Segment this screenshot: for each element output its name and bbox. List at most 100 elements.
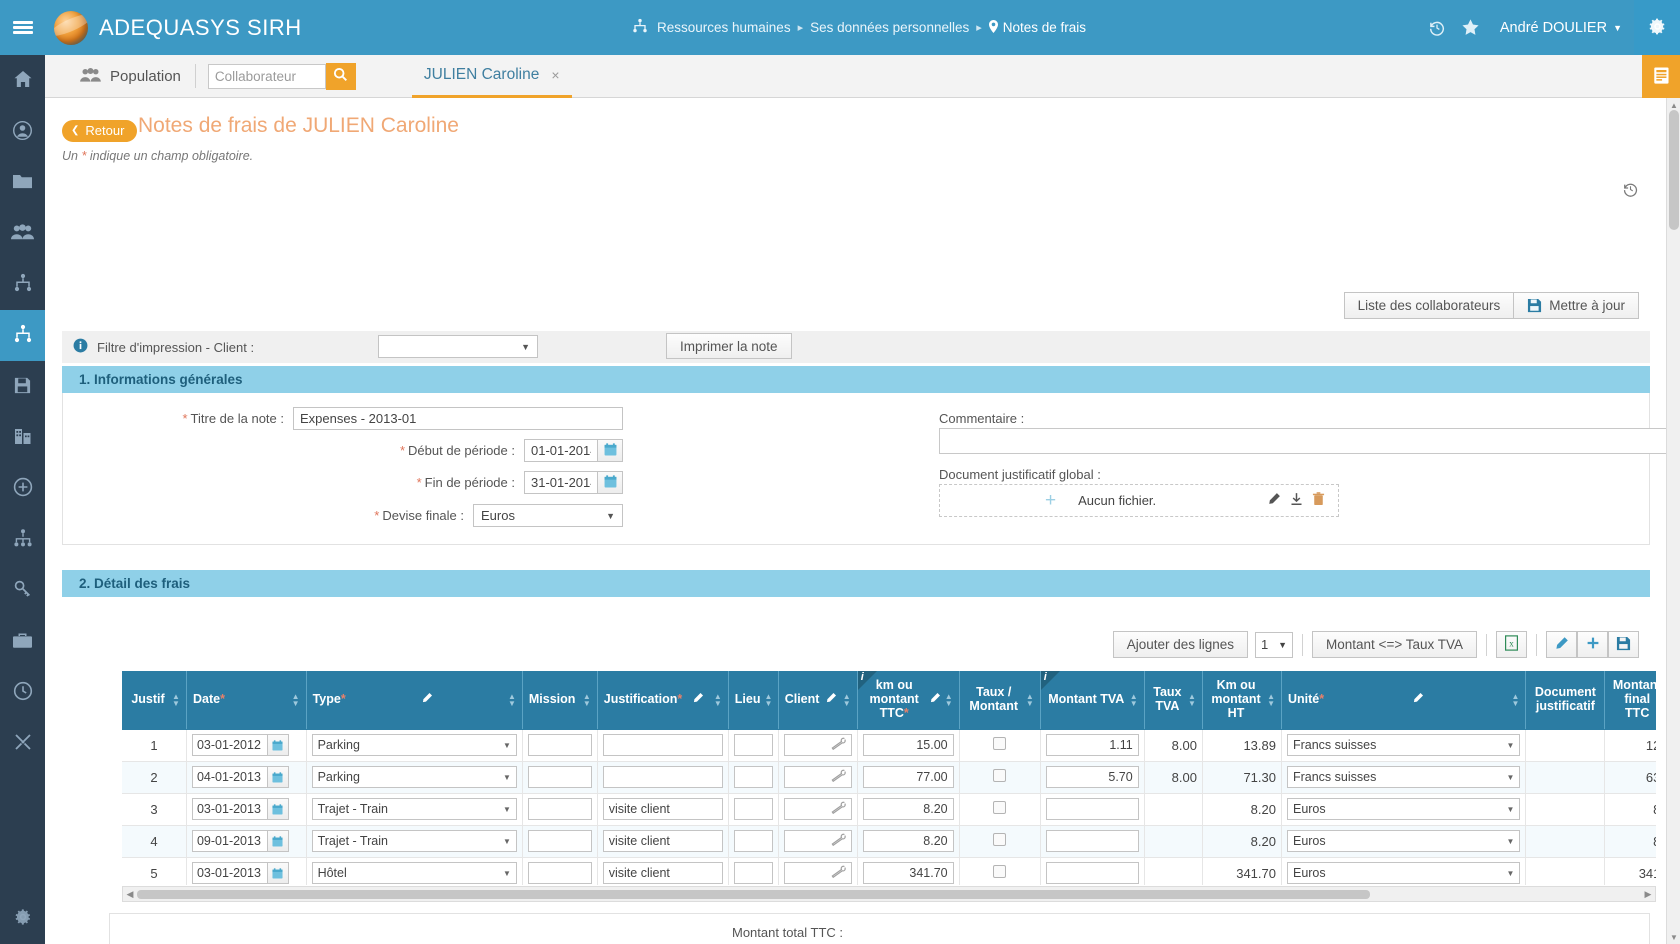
km-montant-ttc-input[interactable]: [862, 830, 954, 852]
rail-item-admin-settings[interactable]: [0, 893, 45, 944]
scroll-right-arrow[interactable]: ▶: [1641, 889, 1655, 900]
cell-mission[interactable]: [522, 825, 598, 858]
cell-taux-montant[interactable]: [959, 793, 1041, 826]
list-collaborators-button[interactable]: Liste des collaborateurs: [1343, 292, 1515, 319]
edit-rows-button[interactable]: [1546, 631, 1577, 658]
breadcrumb-item-2[interactable]: Notes de frais: [1003, 20, 1086, 35]
cell-mission[interactable]: [522, 857, 598, 885]
grid-header-doc[interactable]: Document justificatif: [1525, 671, 1606, 730]
sort-arrows-icon[interactable]: ▲ ▼: [583, 692, 591, 707]
tab-person-julien-caroline[interactable]: JULIEN Caroline ×: [411, 55, 572, 98]
grid-header-unite[interactable]: Unité* ▲ ▼: [1281, 671, 1527, 730]
table-row[interactable]: 3 Trajet - Train ▼ 8.20 Euros ▼ 8.: [122, 793, 1656, 826]
fin-input[interactable]: [524, 471, 598, 494]
print-note-button[interactable]: Imprimer la note: [666, 333, 792, 359]
rail-item-hierarchy[interactable]: [0, 259, 45, 310]
cell-lieu[interactable]: [728, 793, 779, 826]
sort-arrows-icon[interactable]: ▲ ▼: [843, 692, 851, 707]
cell-justification[interactable]: [597, 825, 729, 858]
unite-select[interactable]: Euros ▼: [1286, 798, 1521, 820]
grid-header-mission[interactable]: Mission ▲ ▼: [522, 671, 598, 730]
grid-header-km_ht[interactable]: Km ou montant HT ▲ ▼: [1202, 671, 1282, 730]
cell-mission[interactable]: [522, 729, 598, 762]
sort-arrows-icon[interactable]: ▲ ▼: [1188, 692, 1196, 707]
cell-date[interactable]: [186, 793, 307, 826]
cell-montant-tva[interactable]: [1040, 825, 1145, 858]
excel-export-button[interactable]: x: [1496, 631, 1527, 658]
debut-input[interactable]: [524, 439, 598, 462]
fin-calendar-button[interactable]: [598, 471, 623, 494]
devise-select[interactable]: Euros ▼: [473, 504, 623, 527]
back-button[interactable]: ❮ Retour: [62, 120, 138, 142]
cell-montant-tva[interactable]: [1040, 857, 1145, 885]
rail-item-briefcase[interactable]: [0, 616, 45, 667]
taux-montant-checkbox[interactable]: [993, 801, 1007, 814]
montant-tva-input[interactable]: [1045, 734, 1139, 756]
user-name[interactable]: André DOULIER: [1500, 20, 1607, 36]
taux-montant-checkbox[interactable]: [993, 833, 1007, 846]
hamburger-menu-button[interactable]: [0, 0, 45, 55]
lieu-input[interactable]: [733, 798, 773, 820]
sort-arrows-icon[interactable]: ▲ ▼: [172, 692, 180, 707]
cell-date[interactable]: [186, 761, 307, 794]
grid-header-taux_tva[interactable]: Taux TVA ▲ ▼: [1144, 671, 1203, 730]
justification-input[interactable]: [602, 862, 723, 884]
grid-header-taux_mnt[interactable]: Taux / Montant ▲ ▼: [959, 671, 1041, 730]
cell-lieu[interactable]: [728, 857, 779, 885]
download-icon[interactable]: [1290, 492, 1303, 509]
rail-item-add-module[interactable]: [0, 463, 45, 514]
grid-header-km_ttc[interactable]: i km ou montant TTC* ▲ ▼: [857, 671, 960, 730]
cell-unite[interactable]: Euros ▼: [1281, 857, 1527, 885]
montant-tva-input[interactable]: [1045, 798, 1139, 820]
info-icon[interactable]: i: [861, 671, 864, 683]
client-picker[interactable]: [783, 862, 852, 884]
lieu-input[interactable]: [733, 766, 773, 788]
add-row-button[interactable]: [1577, 631, 1608, 658]
taux-montant-checkbox[interactable]: [993, 865, 1007, 878]
cell-type[interactable]: Trajet - Train ▼: [306, 793, 523, 826]
date-input[interactable]: [191, 798, 268, 820]
titre-input[interactable]: [293, 407, 623, 430]
type-select[interactable]: Parking ▼: [311, 734, 517, 756]
wrench-icon[interactable]: [831, 769, 846, 785]
rail-item-access[interactable]: [0, 565, 45, 616]
mission-input[interactable]: [527, 798, 592, 820]
cell-client[interactable]: [778, 761, 858, 794]
calendar-icon[interactable]: [267, 798, 289, 820]
save-rows-button[interactable]: [1608, 631, 1639, 658]
date-input[interactable]: [191, 766, 268, 788]
cell-document[interactable]: [1525, 857, 1606, 885]
cell-justification[interactable]: [597, 729, 729, 762]
revision-history-icon[interactable]: [1622, 181, 1639, 201]
client-picker[interactable]: [783, 830, 852, 852]
add-lines-button[interactable]: Ajouter des lignes: [1112, 631, 1249, 658]
mission-input[interactable]: [527, 734, 592, 756]
chevron-down-icon[interactable]: ▼: [1613, 23, 1622, 33]
cell-type[interactable]: Parking ▼: [306, 729, 523, 762]
cell-client[interactable]: [778, 793, 858, 826]
table-row[interactable]: 1 Parking ▼ 8.0013.89 Francs suisses ▼ 12.: [122, 729, 1656, 762]
date-input[interactable]: [191, 734, 268, 756]
sort-arrows-icon[interactable]: ▲ ▼: [1267, 692, 1275, 707]
grid-horizontal-scrollbar[interactable]: ◀ ▶: [122, 886, 1656, 902]
cell-taux-montant[interactable]: [959, 729, 1041, 762]
grid-header-client[interactable]: Client ▲ ▼: [778, 671, 858, 730]
type-select[interactable]: Hôtel ▼: [311, 862, 517, 884]
cell-mission[interactable]: [522, 761, 598, 794]
sort-arrows-icon[interactable]: ▲ ▼: [1511, 692, 1519, 707]
client-picker[interactable]: [783, 798, 852, 820]
mission-input[interactable]: [527, 766, 592, 788]
pencil-icon[interactable]: [1412, 692, 1424, 707]
rail-item-save[interactable]: [0, 361, 45, 412]
sort-arrows-icon[interactable]: ▲ ▼: [508, 692, 516, 707]
date-input[interactable]: [191, 862, 268, 884]
grid-header-type[interactable]: Type* ▲ ▼: [306, 671, 523, 730]
cell-unite[interactable]: Francs suisses ▼: [1281, 761, 1527, 794]
cell-montant-tva[interactable]: [1040, 729, 1145, 762]
lieu-input[interactable]: [733, 830, 773, 852]
rail-item-company[interactable]: [0, 412, 45, 463]
unite-select[interactable]: Francs suisses ▼: [1286, 734, 1521, 756]
info-icon[interactable]: [73, 338, 88, 356]
cell-client[interactable]: [778, 857, 858, 885]
debut-calendar-button[interactable]: [598, 439, 623, 462]
